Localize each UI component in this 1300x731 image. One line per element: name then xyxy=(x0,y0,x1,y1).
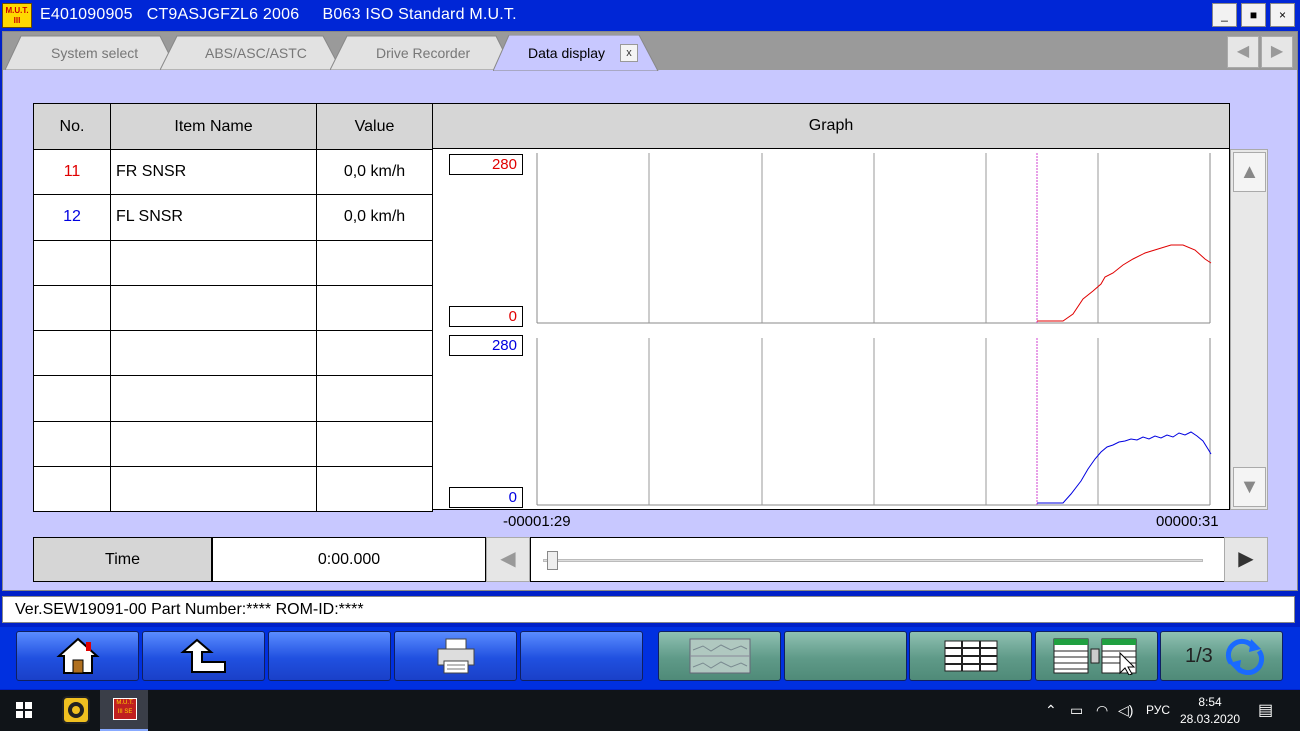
tab-scroll-right-button[interactable]: ▶ xyxy=(1261,36,1293,68)
slider-track xyxy=(543,559,1203,562)
mut-logo: M.U.T. III xyxy=(2,3,32,28)
taskbar-app-mut[interactable]: M.U.T. III SE xyxy=(100,690,148,731)
time-slider[interactable] xyxy=(530,537,1225,582)
time-step-forward-button[interactable]: ▶ xyxy=(1224,537,1268,582)
graph-plot xyxy=(536,153,1212,506)
tab-scroll-left-button[interactable]: ◀ xyxy=(1227,36,1259,68)
graph-vertical-scrollbar[interactable]: ▲ ▼ xyxy=(1230,149,1268,510)
windows-taskbar: M.U.T. III SE ⌃ ▭ ◠ ◁) РУС 8:54 28.03.20… xyxy=(0,690,1300,731)
battery-icon[interactable]: ▭ xyxy=(1070,702,1083,719)
row-value: 0,0 km/h xyxy=(316,194,433,241)
header-no: No. xyxy=(33,103,111,150)
tab-strip: System select ABS/ASC/ASTC Drive Recorde… xyxy=(3,32,1297,71)
clock-date: 28.03.2020 xyxy=(1180,712,1241,726)
select-items-icon xyxy=(1053,638,1136,675)
taskbar-app-camera[interactable] xyxy=(52,690,100,731)
window-title: E401090905 CT9ASJGFZL6 2006 B063 ISO Sta… xyxy=(40,6,517,23)
graph-area: 280 0 280 0 xyxy=(432,149,1230,510)
home-icon xyxy=(55,637,100,674)
list-view-button[interactable] xyxy=(909,631,1032,681)
chevron-up-icon[interactable]: ⌃ xyxy=(1045,702,1057,719)
table-icon xyxy=(944,640,997,672)
graph-icon xyxy=(689,638,750,674)
home-button[interactable] xyxy=(16,631,139,681)
fl-sensor-trace xyxy=(1037,431,1212,504)
table-row-empty[interactable] xyxy=(33,239,433,286)
row-no: 12 xyxy=(33,194,111,241)
clock-time: 8:54 xyxy=(1198,695,1222,709)
print-button[interactable] xyxy=(394,631,517,681)
row-no: 11 xyxy=(33,148,111,196)
tab-abs-asc-astc[interactable]: ABS/ASC/ASTC xyxy=(160,35,345,70)
tab-drive-recorder[interactable]: Drive Recorder xyxy=(330,35,520,70)
tab-label: System select xyxy=(51,45,139,61)
data-table: No. Item Name Value 11 FR SNSR 0,0 km/h … xyxy=(33,103,433,513)
fr-scale-min[interactable]: 0 xyxy=(449,306,523,327)
time-value: 0:00.000 xyxy=(212,537,486,582)
time-label: Time xyxy=(33,537,212,582)
bottom-toolbar: 1/3 xyxy=(0,627,1300,689)
tab-data-display[interactable]: Data display x xyxy=(493,35,663,71)
slider-thumb[interactable] xyxy=(547,551,558,570)
wifi-icon[interactable]: ◠ xyxy=(1096,702,1108,719)
table-header-row: No. Item Name Value xyxy=(33,103,433,150)
graph-header: Graph xyxy=(432,103,1230,149)
row-item-name: FR SNSR xyxy=(110,148,317,196)
printer-icon xyxy=(437,638,474,674)
row-item-name: FL SNSR xyxy=(110,194,317,241)
close-button[interactable]: × xyxy=(1270,3,1295,27)
maximize-button[interactable]: ■ xyxy=(1241,3,1266,27)
tab-close-button[interactable]: x xyxy=(620,44,638,62)
tab-label: ABS/ASC/ASTC xyxy=(205,45,307,61)
graph-view-button[interactable] xyxy=(658,631,781,681)
main-panel: System select ABS/ASC/ASTC Drive Recorde… xyxy=(2,31,1298,591)
mut-app-icon: M.U.T. III SE xyxy=(113,698,137,720)
table-row-empty[interactable] xyxy=(33,466,433,513)
table-row[interactable]: 11 FR SNSR 0,0 km/h xyxy=(33,148,433,196)
header-item-name: Item Name xyxy=(110,103,317,150)
back-button[interactable] xyxy=(142,631,265,681)
clock[interactable]: 8:54 28.03.2020 xyxy=(1180,694,1240,728)
toolbar-empty-button[interactable] xyxy=(784,631,907,681)
table-row-empty[interactable] xyxy=(33,375,433,422)
toolbar-empty-button[interactable] xyxy=(520,631,643,681)
graph-time-start: -00001:29 xyxy=(503,513,571,530)
start-button[interactable] xyxy=(0,690,48,731)
table-row-empty[interactable] xyxy=(33,330,433,377)
scroll-up-button[interactable]: ▲ xyxy=(1233,152,1266,192)
fr-sensor-trace xyxy=(1037,244,1212,322)
page-switch-button[interactable]: 1/3 xyxy=(1160,631,1283,681)
tab-label: Drive Recorder xyxy=(376,45,471,61)
fr-scale-max[interactable]: 280 xyxy=(449,154,523,175)
tab-system-select[interactable]: System select xyxy=(5,35,180,70)
toolbar-empty-button[interactable] xyxy=(268,631,391,681)
graph-time-end: 00000:31 xyxy=(1156,513,1219,530)
fl-scale-max[interactable]: 280 xyxy=(449,335,523,356)
item-select-button[interactable] xyxy=(1035,631,1158,681)
title-bar: M.U.T. III E401090905 CT9ASJGFZL6 2006 B0… xyxy=(0,0,1300,31)
scroll-down-button[interactable]: ▼ xyxy=(1233,467,1266,507)
windows-logo-icon xyxy=(16,702,32,718)
return-arrow-icon xyxy=(179,638,226,673)
row-value: 0,0 km/h xyxy=(316,148,433,196)
time-step-back-button[interactable]: ◀ xyxy=(486,537,530,582)
header-value: Value xyxy=(316,103,433,150)
app-icon xyxy=(62,696,90,724)
table-row-empty[interactable] xyxy=(33,420,433,468)
fl-scale-min[interactable]: 0 xyxy=(449,487,523,508)
tab-label: Data display xyxy=(528,45,606,61)
language-indicator[interactable]: РУС xyxy=(1146,703,1170,717)
table-row[interactable]: 12 FL SNSR 0,0 km/h xyxy=(33,194,433,241)
minimize-button[interactable]: _ xyxy=(1212,3,1237,27)
page-indicator: 1/3 xyxy=(1185,645,1213,667)
status-bar: Ver.SEW19091-00 Part Number:**** ROM-ID:… xyxy=(2,596,1295,623)
table-row-empty[interactable] xyxy=(33,284,433,332)
refresh-arrows-icon xyxy=(1225,638,1265,675)
speaker-icon[interactable]: ◁) xyxy=(1118,702,1133,719)
notification-icon[interactable]: ▤ xyxy=(1258,700,1273,720)
